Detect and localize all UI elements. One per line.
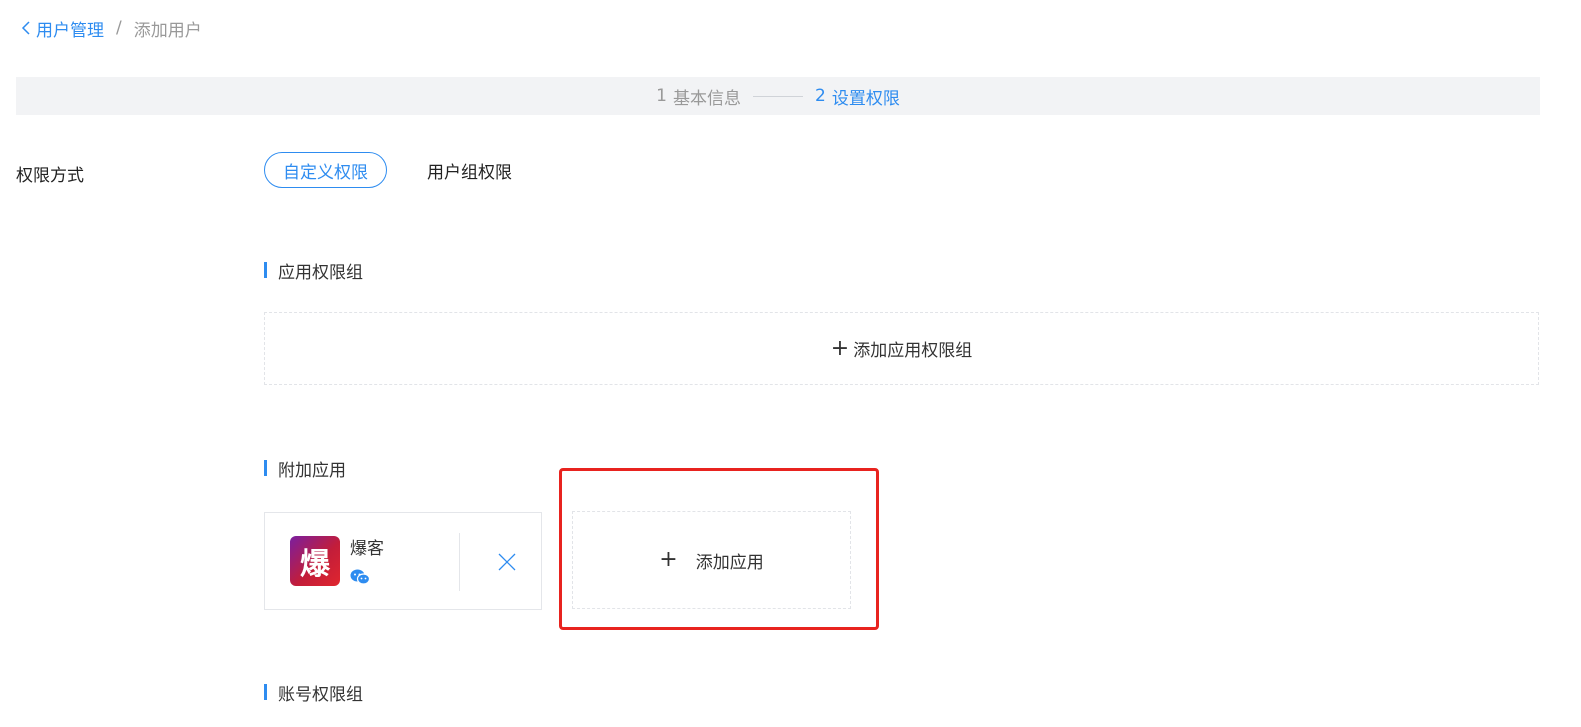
step-set-permissions: 2 设置权限 <box>815 84 900 109</box>
divider <box>459 533 460 591</box>
step-number: 2 <box>815 86 826 106</box>
section-marker <box>264 262 267 278</box>
app-icon-glyph: 爆 <box>300 547 330 582</box>
breadcrumb-user-management[interactable]: 用户管理 <box>36 16 104 41</box>
permission-mode-options: 自定义权限 用户组权限 <box>264 152 530 188</box>
wechat-icon <box>350 569 370 585</box>
section-title: 应用权限组 <box>278 262 363 283</box>
add-app-label: 添加应用 <box>695 552 764 573</box>
breadcrumb-separator: / <box>116 18 122 38</box>
section-app-permission-group: 应用权限组 <box>264 261 363 283</box>
app-card: 爆 爆客 <box>264 512 542 610</box>
plus-icon: + <box>830 335 850 361</box>
option-custom-permission[interactable]: 自定义权限 <box>264 152 387 188</box>
section-title: 账号权限组 <box>278 684 363 705</box>
breadcrumb-current: 添加用户 <box>133 20 202 41</box>
section-extra-apps: 附加应用 <box>264 459 346 481</box>
step-label: 基本信息 <box>673 88 741 109</box>
step-number: 1 <box>656 86 667 106</box>
section-marker <box>264 684 267 700</box>
app-icon: 爆 <box>290 536 340 586</box>
step-basic-info: 1 基本信息 <box>656 84 741 109</box>
chevron-left-icon <box>21 21 30 35</box>
section-account-permission-group: 账号权限组 <box>264 683 363 705</box>
section-title: 附加应用 <box>278 460 346 481</box>
plus-icon: + <box>659 547 678 572</box>
step-connector <box>753 95 803 97</box>
add-app-permission-group-label: 添加应用权限组 <box>853 341 973 361</box>
add-app-permission-group-button[interactable]: + 添加应用权限组 <box>264 312 1539 385</box>
steps-bar: 1 基本信息 2 设置权限 <box>16 77 1540 115</box>
add-user-page: 用户管理 / 添加用户 1 基本信息 2 设置权限 权限方式 自定义权限 用户组… <box>0 0 1581 727</box>
option-user-group-permission[interactable]: 用户组权限 <box>409 152 530 188</box>
section-marker <box>264 460 267 476</box>
back-link[interactable]: 用户管理 <box>20 16 104 41</box>
breadcrumb: 用户管理 / 添加用户 <box>20 16 202 41</box>
app-name: 爆客 <box>350 539 384 559</box>
close-icon[interactable] <box>495 550 519 574</box>
add-app-button[interactable]: + 添加应用 <box>572 511 851 609</box>
permission-mode-label: 权限方式 <box>16 166 84 186</box>
step-label: 设置权限 <box>831 88 900 109</box>
